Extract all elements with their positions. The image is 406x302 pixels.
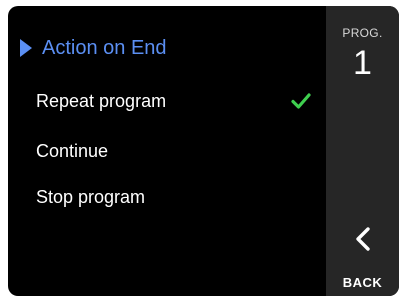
option-continue[interactable]: Continue: [36, 136, 311, 166]
program-label: PROG.: [342, 26, 383, 40]
back-button[interactable]: BACK: [326, 222, 399, 290]
option-label: Repeat program: [36, 90, 167, 111]
chevron-left-icon: [354, 226, 372, 252]
caret-right-icon: [20, 39, 32, 57]
side-panel: PROG. 1 BACK: [326, 6, 399, 296]
checkmark-icon: [291, 93, 311, 109]
back-label: BACK: [342, 275, 383, 290]
menu-title: Action on End: [20, 33, 167, 63]
menu-title-label: Action on End: [42, 36, 167, 59]
program-number: 1: [353, 44, 372, 82]
option-repeat-program[interactable]: Repeat program: [36, 86, 311, 116]
option-stop-program[interactable]: Stop program: [36, 182, 311, 212]
device-screen: Action on End Repeat program Continue St…: [8, 6, 399, 296]
option-label: Stop program: [36, 186, 146, 207]
menu-panel: Action on End Repeat program Continue St…: [8, 6, 326, 296]
option-label: Continue: [36, 140, 109, 161]
